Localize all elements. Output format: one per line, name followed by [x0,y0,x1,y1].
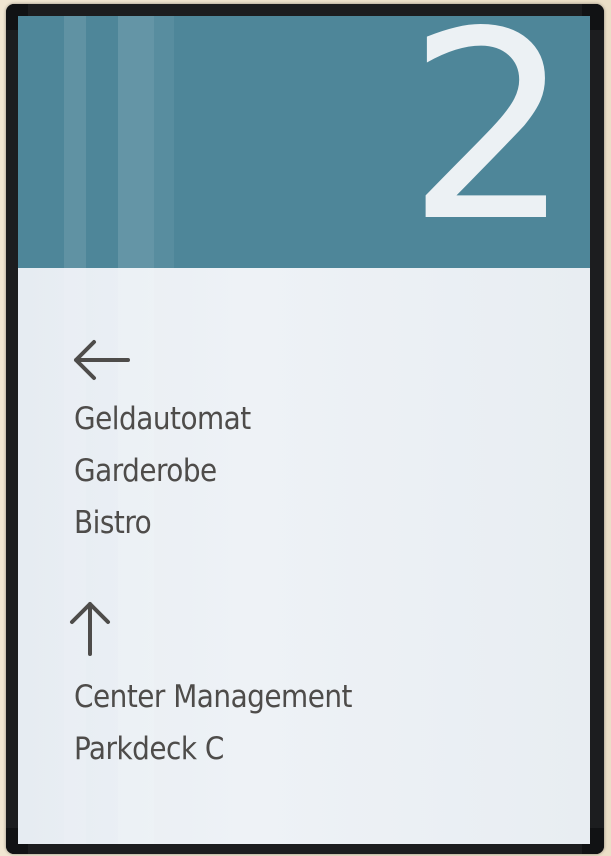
floor-number: 2 [406,16,572,279]
sign-header: 2 [18,16,590,268]
destination-center-management: Center Management [74,679,352,715]
sign-panel: 2 Geldautomat Garderobe Bistro Center Ma… [18,16,590,844]
destination-parkdeck-c: Parkdeck C [74,731,224,767]
destination-bistro: Bistro [74,505,152,541]
destination-garderobe: Garderobe [74,453,217,489]
wall-background: 2 Geldautomat Garderobe Bistro Center Ma… [0,0,611,856]
arrow-up-icon [70,602,110,656]
destination-geldautomat: Geldautomat [74,401,251,437]
arrow-left-icon [74,340,130,380]
